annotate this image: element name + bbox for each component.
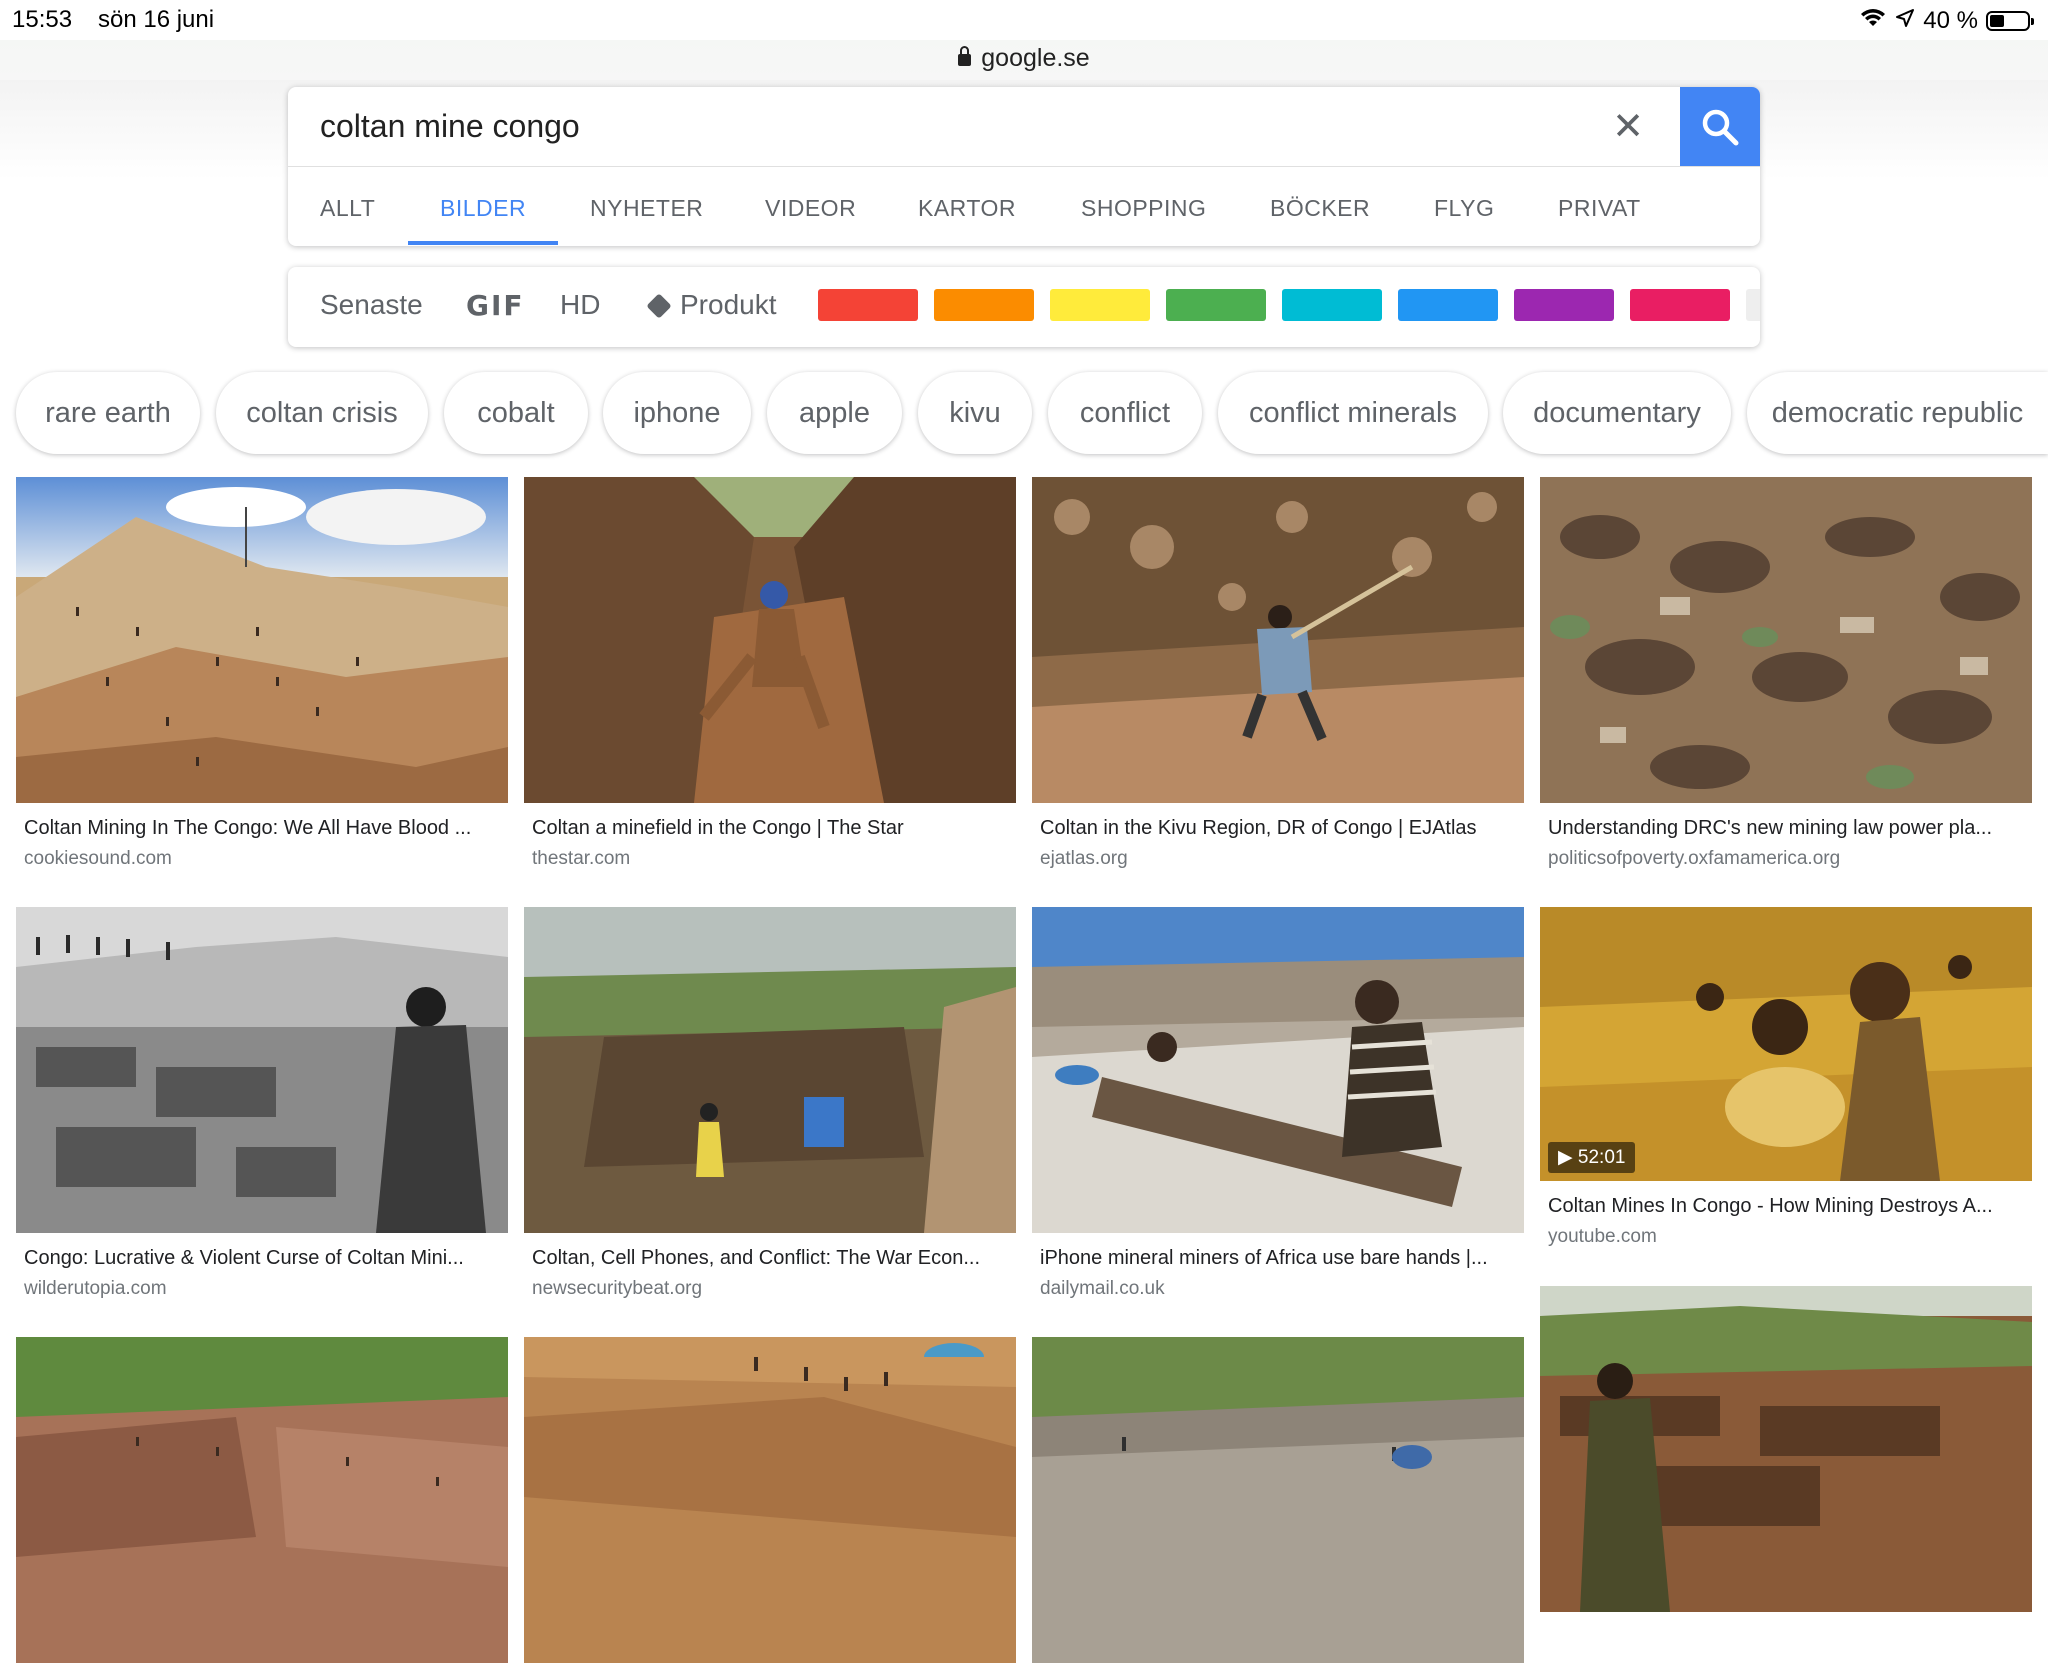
clear-button[interactable]: ✕ — [1606, 105, 1650, 149]
color-swatch-orange[interactable] — [934, 289, 1034, 321]
result-image[interactable]: ▶ 52:01 — [1540, 907, 2032, 1181]
color-swatch-pink[interactable] — [1630, 289, 1730, 321]
video-duration-badge: ▶ 52:01 — [1548, 1142, 1636, 1173]
result-image[interactable] — [1032, 477, 1524, 803]
location-arrow-icon — [1895, 7, 1915, 35]
color-swatch-red[interactable] — [818, 289, 918, 321]
filter-gif[interactable]: GIF — [466, 289, 525, 322]
result-item[interactable] — [1032, 1337, 1524, 1663]
filter-product-label: Produkt — [680, 289, 777, 320]
chip-apple[interactable]: apple — [767, 372, 902, 454]
result-item[interactable]: Coltan a minefield in the Congo | The St… — [524, 477, 1016, 870]
result-domain[interactable]: cookiesound.com — [24, 848, 500, 870]
tab-privat[interactable]: PRIVAT — [1558, 195, 1641, 222]
search-card: ✕ ALLT BILDER NYHETER VIDEOR KARTOR SHOP… — [288, 87, 1760, 246]
result-title[interactable]: iPhone mineral miners of Africa use bare… — [1040, 1247, 1516, 1270]
result-item[interactable]: Coltan Mining In The Congo: We All Have … — [16, 477, 508, 870]
result-domain[interactable]: politicsofpoverty.oxfamamerica.org — [1548, 848, 2024, 870]
search-input[interactable] — [320, 87, 1620, 165]
result-item[interactable] — [1540, 1286, 2032, 1612]
color-swatch-green[interactable] — [1166, 289, 1266, 321]
chip-iphone[interactable]: iphone — [603, 372, 751, 454]
result-domain[interactable]: ejatlas.org — [1040, 848, 1516, 870]
result-domain[interactable]: dailymail.co.uk — [1040, 1278, 1516, 1300]
result-title[interactable]: Coltan Mining In The Congo: We All Have … — [24, 817, 500, 840]
result-title[interactable]: Coltan in the Kivu Region, DR of Congo |… — [1040, 817, 1516, 840]
color-swatch-yellow[interactable] — [1050, 289, 1150, 321]
search-icon — [1702, 109, 1739, 146]
color-swatch-more[interactable] — [1746, 289, 1760, 321]
video-duration: 52:01 — [1577, 1147, 1626, 1168]
chip-rare-earth[interactable]: rare earth — [16, 372, 200, 454]
result-item[interactable]: iPhone mineral miners of Africa use bare… — [1032, 907, 1524, 1300]
result-image[interactable] — [16, 907, 508, 1233]
result-item[interactable]: ▶ 52:01 Coltan Mines In Congo - How Mini… — [1540, 907, 2032, 1248]
address-bar[interactable]: google.se — [0, 40, 2048, 80]
chip-cobalt[interactable]: cobalt — [444, 372, 588, 454]
color-swatch-teal[interactable] — [1282, 289, 1382, 321]
filter-hd[interactable]: HD — [560, 289, 600, 321]
tab-allt[interactable]: ALLT — [320, 195, 375, 222]
result-title[interactable]: Understanding DRC's new mining law power… — [1548, 817, 2024, 840]
tab-flyg[interactable]: FLYG — [1434, 195, 1494, 222]
tab-bilder[interactable]: BILDER — [440, 195, 526, 222]
chip-documentary[interactable]: documentary — [1503, 372, 1731, 454]
result-item[interactable] — [524, 1337, 1016, 1663]
chip-conflict[interactable]: conflict — [1048, 372, 1202, 454]
color-swatch-blue[interactable] — [1398, 289, 1498, 321]
status-bar: 15:53 sön 16 juni 40 % — [0, 0, 2048, 40]
result-image[interactable] — [16, 477, 508, 803]
tab-nyheter[interactable]: NYHETER — [590, 195, 703, 222]
result-title[interactable]: Coltan a minefield in the Congo | The St… — [532, 817, 1008, 840]
lock-icon — [958, 46, 972, 66]
active-tab-indicator — [408, 241, 558, 245]
chip-coltan-crisis[interactable]: coltan crisis — [216, 372, 428, 454]
status-indicators: 40 % — [1859, 6, 2034, 35]
wifi-icon — [1859, 6, 1887, 35]
color-swatch-purple[interactable] — [1514, 289, 1614, 321]
result-item[interactable]: Coltan, Cell Phones, and Conflict: The W… — [524, 907, 1016, 1300]
result-item[interactable]: Congo: Lucrative & Violent Curse of Colt… — [16, 907, 508, 1300]
chip-conflict-minerals[interactable]: conflict minerals — [1218, 372, 1488, 454]
play-icon: ▶ — [1558, 1147, 1573, 1168]
filter-recent[interactable]: Senaste — [320, 289, 423, 321]
result-title[interactable]: Congo: Lucrative & Violent Curse of Colt… — [24, 1247, 500, 1270]
url-text: google.se — [981, 44, 1090, 72]
result-item[interactable] — [16, 1337, 508, 1663]
chip-democratic-republic[interactable]: democratic republic — [1747, 372, 2048, 454]
tab-shopping[interactable]: SHOPPING — [1081, 195, 1206, 222]
status-time: 15:53 — [12, 6, 73, 33]
tag-icon — [646, 293, 672, 319]
result-domain[interactable]: youtube.com — [1548, 1226, 2024, 1248]
result-title[interactable]: Coltan Mines In Congo - How Mining Destr… — [1548, 1195, 2024, 1218]
result-image[interactable] — [524, 907, 1016, 1233]
tab-videor[interactable]: VIDEOR — [765, 195, 856, 222]
result-domain[interactable]: newsecuritybeat.org — [532, 1278, 1008, 1300]
filter-bar: Senaste GIF HD Produkt — [288, 267, 1760, 347]
close-icon: ✕ — [1612, 106, 1644, 148]
result-image[interactable] — [1032, 1337, 1524, 1663]
result-domain[interactable]: thestar.com — [532, 848, 1008, 870]
search-button[interactable] — [1680, 87, 1760, 166]
status-date: sön 16 juni — [98, 6, 215, 33]
tab-bocker[interactable]: BÖCKER — [1270, 195, 1370, 222]
tab-kartor[interactable]: KARTOR — [918, 195, 1016, 222]
result-item[interactable]: Understanding DRC's new mining law power… — [1540, 477, 2032, 870]
battery-percent: 40 % — [1923, 6, 1978, 34]
filter-product[interactable]: Produkt — [646, 289, 777, 321]
chip-kivu[interactable]: kivu — [918, 372, 1032, 454]
result-image[interactable] — [16, 1337, 508, 1663]
battery-icon — [1986, 10, 2034, 31]
result-image[interactable] — [524, 477, 1016, 803]
result-image[interactable] — [524, 1337, 1016, 1663]
battery-level — [1990, 14, 2004, 27]
result-image[interactable] — [1540, 1286, 2032, 1612]
result-item[interactable]: Coltan in the Kivu Region, DR of Congo |… — [1032, 477, 1524, 870]
result-image[interactable] — [1032, 907, 1524, 1233]
result-title[interactable]: Coltan, Cell Phones, and Conflict: The W… — [532, 1247, 1008, 1270]
result-domain[interactable]: wilderutopia.com — [24, 1278, 500, 1300]
tab-divider — [288, 166, 1760, 167]
result-image[interactable] — [1540, 477, 2032, 803]
